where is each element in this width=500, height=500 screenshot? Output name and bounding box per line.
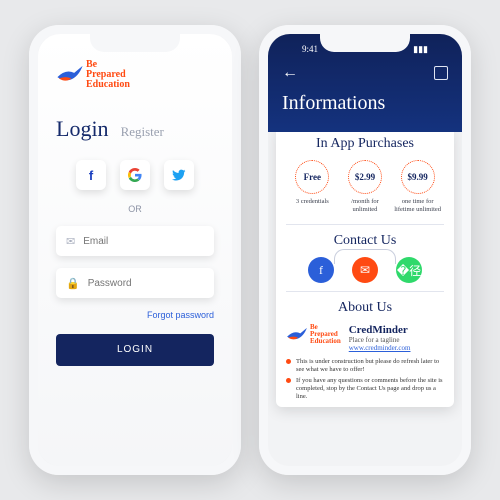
- section-purchases: In App Purchases: [286, 136, 444, 152]
- google-login-button[interactable]: [120, 160, 150, 190]
- info-card: In App Purchases Free3 credentials $2.99…: [276, 126, 454, 407]
- brand-text: BePreparedEducation: [310, 324, 341, 345]
- bullet-icon: [286, 378, 291, 383]
- or-divider: OR: [56, 204, 214, 214]
- facebook-login-button[interactable]: f: [76, 160, 106, 190]
- plan-monthly[interactable]: $2.99/month for unlimited: [339, 160, 391, 214]
- about-tagline: Place for a tagline: [349, 336, 411, 344]
- status-icons: ▮▮▮: [413, 44, 428, 58]
- email-input[interactable]: [83, 236, 215, 247]
- about-text: CredMinder Place for a tagline www.credm…: [349, 324, 411, 352]
- about-name: CredMinder: [349, 324, 411, 336]
- notch: [320, 34, 410, 52]
- section-about: About Us: [286, 300, 444, 316]
- password-input[interactable]: [88, 278, 220, 289]
- about-url[interactable]: www.credminder.com: [349, 344, 411, 352]
- login-screen: BePreparedEducation Login Register f OR …: [38, 34, 232, 466]
- divider: [286, 291, 444, 292]
- email-icon: ✉: [66, 235, 75, 248]
- exit-icon[interactable]: [434, 66, 448, 80]
- plan-row: Free3 credentials $2.99/month for unlimi…: [286, 160, 444, 214]
- back-button[interactable]: ←: [282, 64, 298, 82]
- twitter-icon: [172, 168, 186, 182]
- about-logo: BePreparedEducation: [286, 324, 341, 345]
- login-button[interactable]: LOGIN: [56, 334, 214, 366]
- app-logo: BePreparedEducation: [56, 60, 214, 90]
- brand-text: BePreparedEducation: [86, 60, 130, 90]
- social-login-row: f: [56, 160, 214, 190]
- contact-sms-button[interactable]: �径: [396, 257, 422, 283]
- password-field[interactable]: 🔒: [56, 268, 214, 298]
- bullet-item: If you have any questions or comments be…: [286, 377, 444, 401]
- forgot-password-link[interactable]: Forgot password: [56, 310, 214, 320]
- bird-icon: [56, 64, 84, 86]
- tab-register[interactable]: Register: [121, 124, 164, 140]
- phone-info: 9:41 ▮▮▮ ← Informations In App Purchases…: [259, 25, 471, 475]
- phone-login: BePreparedEducation Login Register f OR …: [29, 25, 241, 475]
- google-icon: [128, 168, 142, 182]
- section-contact: Contact Us: [286, 233, 444, 249]
- lock-icon: 🔒: [66, 277, 80, 290]
- plan-free[interactable]: Free3 credentials: [286, 160, 338, 214]
- notch: [90, 34, 180, 52]
- bullet-item: This is under construction but please do…: [286, 358, 444, 374]
- auth-tabs: Login Register: [56, 116, 214, 142]
- status-time: 9:41: [302, 44, 318, 58]
- contact-row: f ✉ �径: [286, 257, 444, 283]
- contact-email-button[interactable]: ✉: [352, 257, 378, 283]
- bird-icon: [286, 326, 308, 344]
- info-screen: 9:41 ▮▮▮ ← Informations In App Purchases…: [268, 34, 462, 466]
- about-row: BePreparedEducation CredMinder Place for…: [286, 324, 444, 352]
- bullet-icon: [286, 359, 291, 364]
- plan-lifetime[interactable]: $9.99one time for lifetime unlimited: [392, 160, 444, 214]
- contact-facebook-button[interactable]: f: [308, 257, 334, 283]
- page-title: Informations: [282, 92, 448, 115]
- divider: [286, 224, 444, 225]
- tab-login[interactable]: Login: [56, 116, 109, 142]
- email-field[interactable]: ✉: [56, 226, 214, 256]
- twitter-login-button[interactable]: [164, 160, 194, 190]
